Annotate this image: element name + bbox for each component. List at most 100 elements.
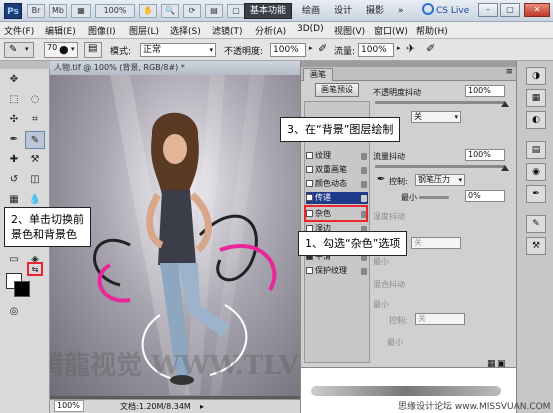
list-item-texture[interactable]: 纹理 <box>306 150 368 162</box>
menu-file[interactable]: 文件(F) <box>4 24 34 37</box>
list-item-color-dynamics[interactable]: 颜色动态 <box>306 178 368 190</box>
brush-preset-picker[interactable]: 70 ● ▾ <box>44 42 78 58</box>
checkbox[interactable] <box>306 152 313 159</box>
arrange-docs-icon[interactable]: ▤ <box>205 4 223 18</box>
control2-select[interactable]: 关 <box>415 313 465 325</box>
paths-panel-icon[interactable]: ✒ <box>526 185 546 203</box>
list-item-protect-texture[interactable]: 保护纹理 <box>306 265 368 277</box>
brush-tool-icon[interactable]: ✎ <box>25 131 45 149</box>
status-zoom[interactable]: 100% <box>54 400 84 412</box>
lock-icon[interactable] <box>361 195 367 202</box>
clone-source-panel-icon[interactable]: ⚒ <box>526 237 546 255</box>
checkbox[interactable] <box>306 267 313 274</box>
photoshop-logo-icon: Ps <box>4 3 22 19</box>
history-brush-tool-icon[interactable]: ↺ <box>4 171 24 189</box>
healing-tool-icon[interactable]: ✚ <box>4 151 24 169</box>
flow-jitter-input[interactable]: 100% <box>465 149 505 161</box>
lock-icon[interactable] <box>361 268 367 275</box>
quick-select-tool-icon[interactable]: ✣ <box>4 111 24 129</box>
rotate-view-icon[interactable]: ⟳ <box>183 4 201 18</box>
move-tool-icon[interactable]: ✥ <box>4 71 24 89</box>
min-slider[interactable] <box>419 196 449 199</box>
menu-edit[interactable]: 编辑(E) <box>45 24 76 37</box>
flow-jitter-knob[interactable] <box>501 165 509 171</box>
opacity-control-select[interactable]: 关 ▾ <box>411 111 461 123</box>
checkbox[interactable] <box>306 194 313 201</box>
close-button[interactable]: ✕ <box>524 3 550 17</box>
checkbox[interactable] <box>306 180 313 187</box>
menu-help[interactable]: 帮助(H) <box>416 24 448 37</box>
lasso-tool-icon[interactable]: ◌ <box>25 91 45 109</box>
menu-filter[interactable]: 滤镜(T) <box>212 24 243 37</box>
pressure-opacity-icon[interactable]: ✐ <box>318 42 327 55</box>
flow-slider-icon[interactable]: ▸ <box>397 44 401 52</box>
adjustments-panel-icon[interactable]: ◐ <box>526 111 546 129</box>
lock-icon[interactable] <box>361 181 367 188</box>
eyedropper-tool-icon[interactable]: ✒ <box>4 131 24 149</box>
menu-3d[interactable]: 3D(D) <box>297 24 324 34</box>
checkbox[interactable] <box>306 166 313 173</box>
opacity-input[interactable]: 100% <box>270 43 306 57</box>
brush-presets-panel-icon[interactable]: ✎ <box>526 215 546 233</box>
flow-input[interactable]: 100% <box>358 43 394 57</box>
bridge-icon[interactable]: Br <box>27 4 45 18</box>
cs-live-button[interactable]: CS Live <box>422 3 469 19</box>
opacity-jitter-slider[interactable] <box>375 101 505 104</box>
clone-stamp-tool-icon[interactable]: ⚒ <box>25 151 45 169</box>
opacity-slider-icon[interactable]: ▸ <box>309 44 313 52</box>
lock-icon[interactable] <box>361 167 367 174</box>
tool-preset-picker[interactable]: ✎ ▾ <box>4 42 34 58</box>
opacity-jitter-knob[interactable] <box>501 101 509 107</box>
flow-jitter-slider[interactable] <box>375 165 505 168</box>
toggle-brush-panel-button[interactable]: ▤ <box>84 42 102 58</box>
menu-view[interactable]: 视图(V) <box>334 24 365 37</box>
swatches-panel-icon[interactable]: ▦ <box>526 89 546 107</box>
grid-icon[interactable]: ▦ <box>71 4 91 18</box>
background-color-swatch[interactable] <box>14 281 30 297</box>
mode-select[interactable]: 正常 ▾ <box>140 43 216 57</box>
screen-mode-icon[interactable]: ▢ <box>227 4 245 18</box>
control-select[interactable]: 钢笔压力 ▾ <box>415 174 465 186</box>
grid-toggle-icon[interactable]: ▦ <box>487 359 496 369</box>
minimize-button[interactable]: – <box>478 3 498 17</box>
opacity-jitter-input[interactable]: 100% <box>465 85 505 97</box>
list-item-transfer[interactable]: 传递 <box>306 192 368 204</box>
color-panel-icon[interactable]: ◑ <box>526 67 546 85</box>
toolbox-header[interactable] <box>0 61 50 69</box>
new-preset-icon[interactable]: ▣ <box>497 359 506 369</box>
zoom-level[interactable]: 100% <box>95 4 135 18</box>
workspace-photography-button[interactable]: 摄影 <box>360 3 390 19</box>
list-item-dual-brush[interactable]: 双重画笔 <box>306 164 368 176</box>
eraser-tool-icon[interactable]: ◫ <box>25 171 45 189</box>
maximize-button[interactable]: ▢ <box>500 3 520 17</box>
more-workspaces-button[interactable]: » <box>392 3 410 19</box>
menu-analysis[interactable]: 分析(A) <box>255 24 286 37</box>
marquee-tool-icon[interactable]: ⬚ <box>4 91 24 109</box>
crop-tool-icon[interactable]: ⌗ <box>25 111 45 129</box>
menu-layer[interactable]: 图层(L) <box>129 24 159 37</box>
zoom-icon[interactable]: 🔍 <box>161 4 179 18</box>
quick-mask-icon[interactable]: ◎ <box>4 303 24 321</box>
min-input[interactable]: 0% <box>465 190 505 202</box>
channels-panel-icon[interactable]: ◉ <box>526 163 546 181</box>
tab-brush[interactable]: 画笔 <box>303 68 333 81</box>
layers-panel-icon[interactable]: ▤ <box>526 141 546 159</box>
brush-presets-button[interactable]: 画笔预设 <box>315 83 359 97</box>
wetness-control-select[interactable]: 关 <box>411 237 461 249</box>
menu-image[interactable]: 图像(I) <box>88 24 116 37</box>
cs-live-icon <box>422 3 434 15</box>
hand-tool-icon[interactable]: ✋ <box>139 4 157 18</box>
airbrush-icon[interactable]: ✈ <box>406 42 415 55</box>
workspace-essentials-button[interactable]: 基本功能 <box>244 3 293 19</box>
menu-window[interactable]: 窗口(W) <box>374 24 408 37</box>
mini-bridge-icon[interactable]: Mb <box>49 4 67 18</box>
lock-icon[interactable] <box>361 153 367 160</box>
menu-select[interactable]: 选择(S) <box>170 24 201 37</box>
workspace-painting-button[interactable]: 绘画 <box>296 3 326 19</box>
panel-menu-icon[interactable]: ≡ <box>505 67 513 77</box>
pressure-size-icon[interactable]: ✐ <box>426 42 435 55</box>
document-tab[interactable]: 人物.tif @ 100% (背景, RGB/8#) * <box>50 61 300 75</box>
status-menu-icon[interactable]: ▸ <box>200 400 204 413</box>
workspace-design-button[interactable]: 设计 <box>328 3 358 19</box>
shape-tool-icon[interactable]: ▭ <box>4 251 24 269</box>
